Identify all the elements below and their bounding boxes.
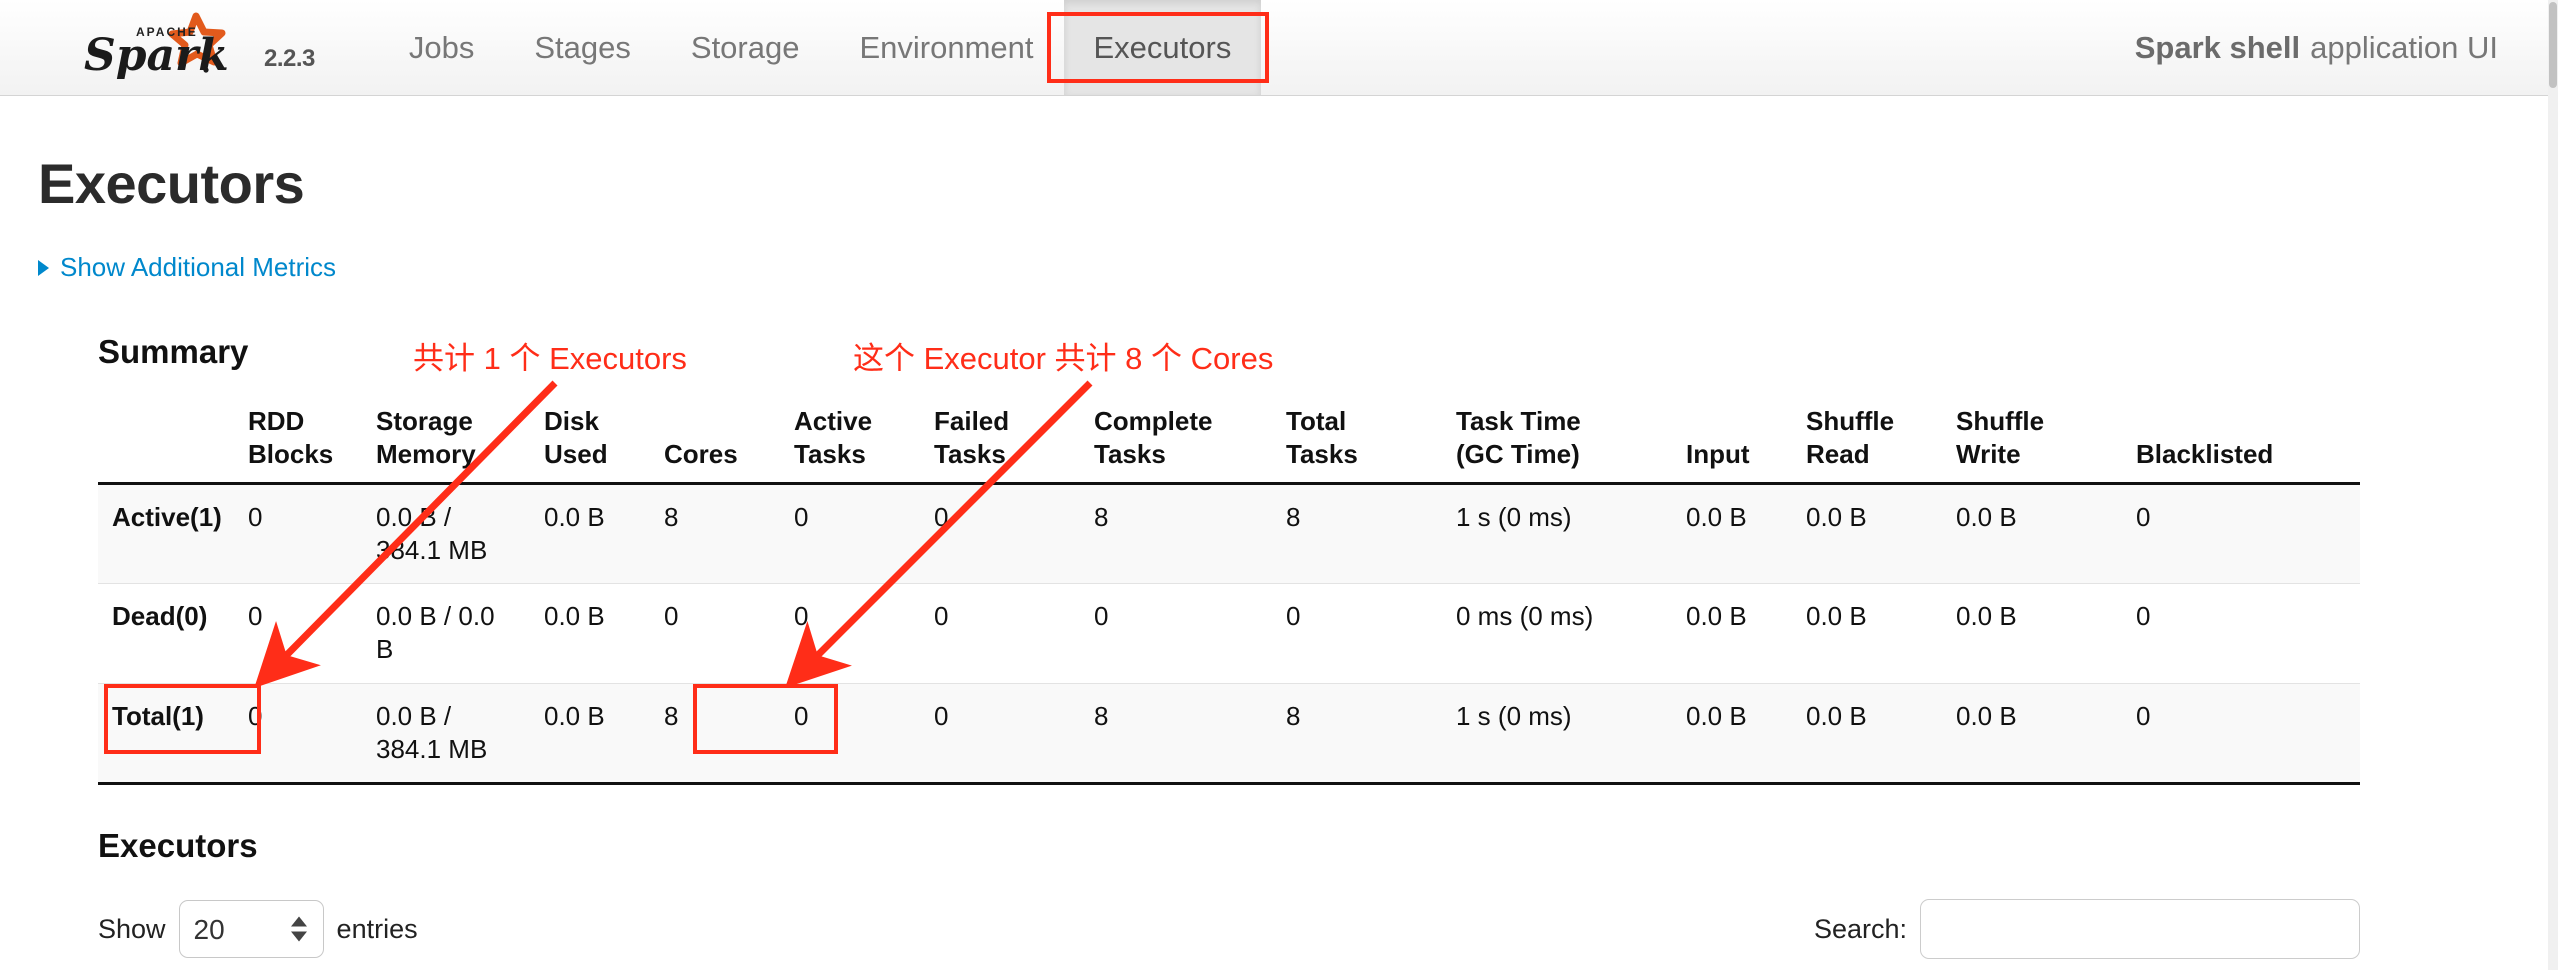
col-input: Input <box>1672 397 1792 485</box>
nav-item-storage[interactable]: Storage <box>661 0 830 95</box>
vertical-scrollbar-track[interactable] <box>2548 0 2558 970</box>
col-active-tasks: Active Tasks <box>780 397 920 485</box>
cell-input: 0.0 B <box>1672 483 1792 585</box>
table-row: Total(1) 0 0.0 B / 384.1 MB 0.0 B 8 0 0 … <box>98 683 2360 786</box>
cell-cores: 8 <box>650 683 780 786</box>
cell-total-tasks: 8 <box>1272 483 1442 585</box>
page-length-control: Show 20 40 60 100 entries <box>98 900 418 959</box>
table-row: Active(1) 0 0.0 B / 384.1 MB 0.0 B 8 0 0… <box>98 483 2360 585</box>
top-navbar: APACHE Spark 2.2.3 Jobs Stages Storage E… <box>0 0 2558 96</box>
cell-complete-tasks: 0 <box>1080 583 1272 684</box>
cell-disk-used: 0.0 B <box>530 483 650 585</box>
show-label: Show <box>98 913 166 944</box>
page-title: Executors <box>38 152 305 215</box>
cell-shuffle-read: 0.0 B <box>1792 683 1942 786</box>
cell-storage-memory: 0.0 B / 384.1 MB <box>362 483 530 585</box>
cell-status: Total(1) <box>98 683 234 786</box>
cell-shuffle-write: 0.0 B <box>1942 583 2122 684</box>
cell-rdd-blocks: 0 <box>234 583 362 684</box>
cell-shuffle-write: 0.0 B <box>1942 483 2122 585</box>
show-additional-metrics-label: Show Additional Metrics <box>60 252 337 282</box>
cell-status: Active(1) <box>98 483 234 585</box>
cell-failed-tasks: 0 <box>920 583 1080 684</box>
entries-label: entries <box>336 913 418 944</box>
vertical-scrollbar-thumb[interactable] <box>2549 2 2557 88</box>
application-name: Spark shell <box>2134 29 2301 65</box>
cell-complete-tasks: 8 <box>1080 683 1272 786</box>
cell-active-tasks: 0 <box>780 683 920 786</box>
col-storage-memory: Storage Memory <box>362 397 530 485</box>
cell-task-time: 0 ms (0 ms) <box>1442 583 1672 684</box>
cell-failed-tasks: 0 <box>920 683 1080 786</box>
nav-item-jobs[interactable]: Jobs <box>379 0 504 95</box>
col-task-time: Task Time (GC Time) <box>1442 397 1672 485</box>
show-additional-metrics-toggle[interactable]: Show Additional Metrics <box>38 252 336 283</box>
spark-version: 2.2.3 <box>264 44 315 72</box>
executors-table-controls: Show 20 40 60 100 entries Search: <box>98 899 2360 960</box>
page-size-select[interactable]: 20 40 60 100 <box>178 900 324 959</box>
brand[interactable]: APACHE Spark 2.2.3 <box>0 0 315 95</box>
cell-cores: 8 <box>650 483 780 585</box>
cell-blacklisted: 0 <box>2122 483 2360 585</box>
application-title: Spark shell application UI <box>2135 0 2558 95</box>
cell-total-tasks: 8 <box>1272 683 1442 786</box>
search-label: Search: <box>1813 913 1907 944</box>
search-control: Search: <box>1813 899 2360 960</box>
summary-table-wrap: RDD Blocks Storage Memory Disk Used Cores A… <box>98 397 2360 786</box>
summary-table-header-row: RDD Blocks Storage Memory Disk Used Cores A… <box>98 397 2360 485</box>
application-title-suffix: application UI <box>2310 29 2498 65</box>
svg-text:Spark: Spark <box>84 30 229 81</box>
spark-logo-icon[interactable]: APACHE Spark <box>78 12 248 84</box>
summary-table: RDD Blocks Storage Memory Disk Used Cores A… <box>98 397 2360 786</box>
col-status <box>98 397 234 485</box>
cell-storage-memory: 0.0 B / 0.0 B <box>362 583 530 684</box>
cell-input: 0.0 B <box>1672 583 1792 684</box>
cell-blacklisted: 0 <box>2122 683 2360 786</box>
col-shuffle-write: Shuffle Write <box>1942 397 2122 485</box>
nav-item-stages[interactable]: Stages <box>504 0 661 95</box>
summary-heading: Summary <box>98 333 249 370</box>
nav-item-executors[interactable]: Executors <box>1063 0 1262 95</box>
nav-links: Jobs Stages Storage Environment Executor… <box>379 0 1262 95</box>
cell-status: Dead(0) <box>98 583 234 684</box>
cell-active-tasks: 0 <box>780 583 920 684</box>
col-complete-tasks: Complete Tasks <box>1080 397 1272 485</box>
table-row: Dead(0) 0 0.0 B / 0.0 B 0.0 B 0 0 0 0 0 … <box>98 583 2360 684</box>
cell-disk-used: 0.0 B <box>530 683 650 786</box>
col-failed-tasks: Failed Tasks <box>920 397 1080 485</box>
cell-disk-used: 0.0 B <box>530 583 650 684</box>
search-input[interactable] <box>1920 899 2360 960</box>
cell-shuffle-write: 0.0 B <box>1942 683 2122 786</box>
cell-complete-tasks: 8 <box>1080 483 1272 585</box>
cell-blacklisted: 0 <box>2122 583 2360 684</box>
col-rdd-blocks: RDD Blocks <box>234 397 362 485</box>
col-cores: Cores <box>650 397 780 485</box>
cell-failed-tasks: 0 <box>920 483 1080 585</box>
cell-active-tasks: 0 <box>780 483 920 585</box>
cell-total-tasks: 0 <box>1272 583 1442 684</box>
col-shuffle-read: Shuffle Read <box>1792 397 1942 485</box>
caret-right-icon <box>38 259 49 276</box>
cell-task-time: 1 s (0 ms) <box>1442 683 1672 786</box>
cell-rdd-blocks: 0 <box>234 683 362 786</box>
cell-shuffle-read: 0.0 B <box>1792 583 1942 684</box>
nav-item-environment[interactable]: Environment <box>829 0 1063 95</box>
cell-cores: 0 <box>650 583 780 684</box>
page-body: Executors Show Additional Metrics Summar… <box>0 151 2558 960</box>
cell-shuffle-read: 0.0 B <box>1792 483 1942 585</box>
cell-input: 0.0 B <box>1672 683 1792 786</box>
col-disk-used: Disk Used <box>530 397 650 485</box>
cell-rdd-blocks: 0 <box>234 483 362 585</box>
cell-task-time: 1 s (0 ms) <box>1442 483 1672 585</box>
executors-heading: Executors <box>98 827 258 865</box>
cell-storage-memory: 0.0 B / 384.1 MB <box>362 683 530 786</box>
col-total-tasks: Total Tasks <box>1272 397 1442 485</box>
col-blacklisted: Blacklisted <box>2122 397 2360 485</box>
